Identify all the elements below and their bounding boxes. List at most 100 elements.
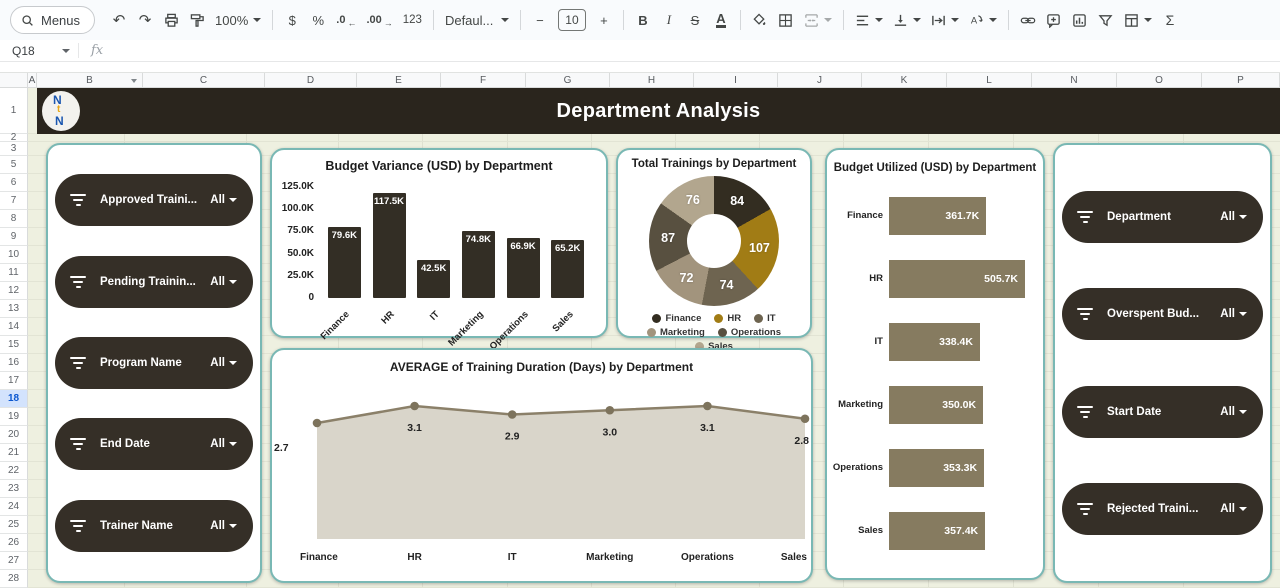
slicer-approved-traini-[interactable]: Approved Traini...All — [55, 174, 253, 226]
row-header-22[interactable]: 22 — [0, 462, 28, 480]
row-header-5[interactable]: 5 — [0, 156, 28, 174]
text-rotation-button[interactable]: A — [965, 7, 1001, 33]
print-button[interactable] — [159, 7, 183, 33]
column-header-L[interactable]: L — [947, 73, 1032, 87]
slicer-pending-trainin-[interactable]: Pending Trainin...All — [55, 256, 253, 308]
row-header-21[interactable]: 21 — [0, 444, 28, 462]
column-header-N[interactable]: N — [1032, 73, 1117, 87]
insert-link-button[interactable] — [1016, 7, 1040, 33]
column-filter-caret-icon[interactable] — [131, 79, 137, 83]
font-family-select[interactable]: Defaul... — [441, 7, 513, 33]
redo-button[interactable]: ↷ — [133, 7, 157, 33]
column-header-H[interactable]: H — [610, 73, 694, 87]
slicer-value-dropdown[interactable]: All — [1220, 308, 1247, 320]
increase-decimal-button[interactable]: .00→ — [362, 7, 396, 33]
row-header-28[interactable]: 28 — [0, 570, 28, 588]
column-header-O[interactable]: O — [1117, 73, 1202, 87]
row-header-3[interactable]: 3 — [0, 142, 28, 156]
row-header-18[interactable]: 18 — [0, 390, 28, 408]
decrease-decimal-button[interactable]: .0← — [332, 7, 360, 33]
row-header-12[interactable]: 12 — [0, 282, 28, 300]
create-filter-button[interactable] — [1094, 7, 1118, 33]
format-currency-button[interactable]: $ — [280, 7, 304, 33]
functions-button[interactable]: Σ — [1158, 7, 1182, 33]
slicer-value-dropdown[interactable]: All — [210, 357, 237, 369]
row-header-17[interactable]: 17 — [0, 372, 28, 390]
row-header-10[interactable]: 10 — [0, 246, 28, 264]
row-header-7[interactable]: 7 — [0, 192, 28, 210]
decrease-font-size-button[interactable]: − — [528, 7, 552, 33]
decrease-decimal-icon: .0 — [336, 14, 345, 26]
more-formats-button[interactable]: 123 — [399, 7, 426, 33]
avg-training-duration-chart[interactable]: AVERAGE of Training Duration (Days) by D… — [270, 348, 813, 583]
slicer-trainer-name[interactable]: Trainer NameAll — [55, 500, 253, 552]
increase-font-size-button[interactable]: + — [592, 7, 616, 33]
row-header-23[interactable]: 23 — [0, 480, 28, 498]
column-header-D[interactable]: D — [265, 73, 357, 87]
column-header-J[interactable]: J — [778, 73, 862, 87]
column-header-B[interactable]: B — [37, 73, 143, 87]
row-header-14[interactable]: 14 — [0, 318, 28, 336]
row-header-6[interactable]: 6 — [0, 174, 28, 192]
format-percent-button[interactable]: % — [306, 7, 330, 33]
slicer-rejected-traini-[interactable]: Rejected Traini...All — [1062, 483, 1263, 535]
slicer-value-dropdown[interactable]: All — [210, 520, 237, 532]
row-header-27[interactable]: 27 — [0, 552, 28, 570]
total-trainings-chart[interactable]: Total Trainings by Department 8410774728… — [616, 148, 812, 338]
slicer-program-name[interactable]: Program NameAll — [55, 337, 253, 389]
row-header-19[interactable]: 19 — [0, 408, 28, 426]
undo-button[interactable]: ↶ — [107, 7, 131, 33]
budget-utilized-chart[interactable]: Budget Utilized (USD) by Department Fina… — [825, 148, 1045, 580]
slicer-start-date[interactable]: Start DateAll — [1062, 386, 1263, 438]
borders-button[interactable] — [774, 7, 798, 33]
merge-cells-button[interactable] — [800, 7, 836, 33]
bold-button[interactable]: B — [631, 7, 655, 33]
text-wrap-button[interactable] — [927, 7, 963, 33]
insert-chart-button[interactable] — [1068, 7, 1092, 33]
insert-comment-button[interactable] — [1042, 7, 1066, 33]
row-header-25[interactable]: 25 — [0, 516, 28, 534]
select-all-corner[interactable] — [0, 73, 28, 87]
column-header-C[interactable]: C — [143, 73, 265, 87]
slicer-value-dropdown[interactable]: All — [210, 194, 237, 206]
row-header-16[interactable]: 16 — [0, 354, 28, 372]
slicer-value-dropdown[interactable]: All — [210, 276, 237, 288]
row-header-26[interactable]: 26 — [0, 534, 28, 552]
column-header-K[interactable]: K — [862, 73, 947, 87]
row-header-1[interactable]: 1 — [0, 88, 28, 134]
column-header-E[interactable]: E — [357, 73, 441, 87]
column-header-F[interactable]: F — [441, 73, 526, 87]
slicer-value-dropdown[interactable]: All — [1220, 211, 1247, 223]
zoom-select[interactable]: 100% — [211, 7, 265, 33]
fill-color-button[interactable] — [748, 7, 772, 33]
table-views-button[interactable] — [1120, 7, 1156, 33]
column-header-I[interactable]: I — [694, 73, 778, 87]
row-header-13[interactable]: 13 — [0, 300, 28, 318]
text-color-button[interactable]: A — [709, 7, 733, 33]
column-header-G[interactable]: G — [526, 73, 610, 87]
row-header-15[interactable]: 15 — [0, 336, 28, 354]
row-header-11[interactable]: 11 — [0, 264, 28, 282]
slicer-value-dropdown[interactable]: All — [210, 438, 237, 450]
slicer-overspent-bud-[interactable]: Overspent Bud...All — [1062, 288, 1263, 340]
italic-button[interactable]: I — [657, 7, 681, 33]
row-header-2[interactable]: 2 — [0, 134, 28, 142]
slicer-value-dropdown[interactable]: All — [1220, 503, 1247, 515]
menus-button[interactable]: Menus — [10, 6, 95, 34]
slicer-value-dropdown[interactable]: All — [1220, 406, 1247, 418]
vertical-align-button[interactable] — [889, 7, 925, 33]
paint-format-button[interactable] — [185, 7, 209, 33]
row-header-20[interactable]: 20 — [0, 426, 28, 444]
horizontal-align-button[interactable] — [851, 7, 887, 33]
row-header-24[interactable]: 24 — [0, 498, 28, 516]
budget-variance-chart[interactable]: Budget Variance (USD) by Department 125.… — [270, 148, 608, 338]
column-header-P[interactable]: P — [1202, 73, 1280, 87]
row-header-8[interactable]: 8 — [0, 210, 28, 228]
name-box[interactable]: Q18 — [0, 44, 78, 58]
slicer-end-date[interactable]: End DateAll — [55, 418, 253, 470]
strikethrough-button[interactable]: S — [683, 7, 707, 33]
slicer-department[interactable]: DepartmentAll — [1062, 191, 1263, 243]
row-header-9[interactable]: 9 — [0, 228, 28, 246]
column-header-A[interactable]: A — [28, 73, 37, 87]
font-size-input[interactable]: 10 — [558, 9, 586, 31]
